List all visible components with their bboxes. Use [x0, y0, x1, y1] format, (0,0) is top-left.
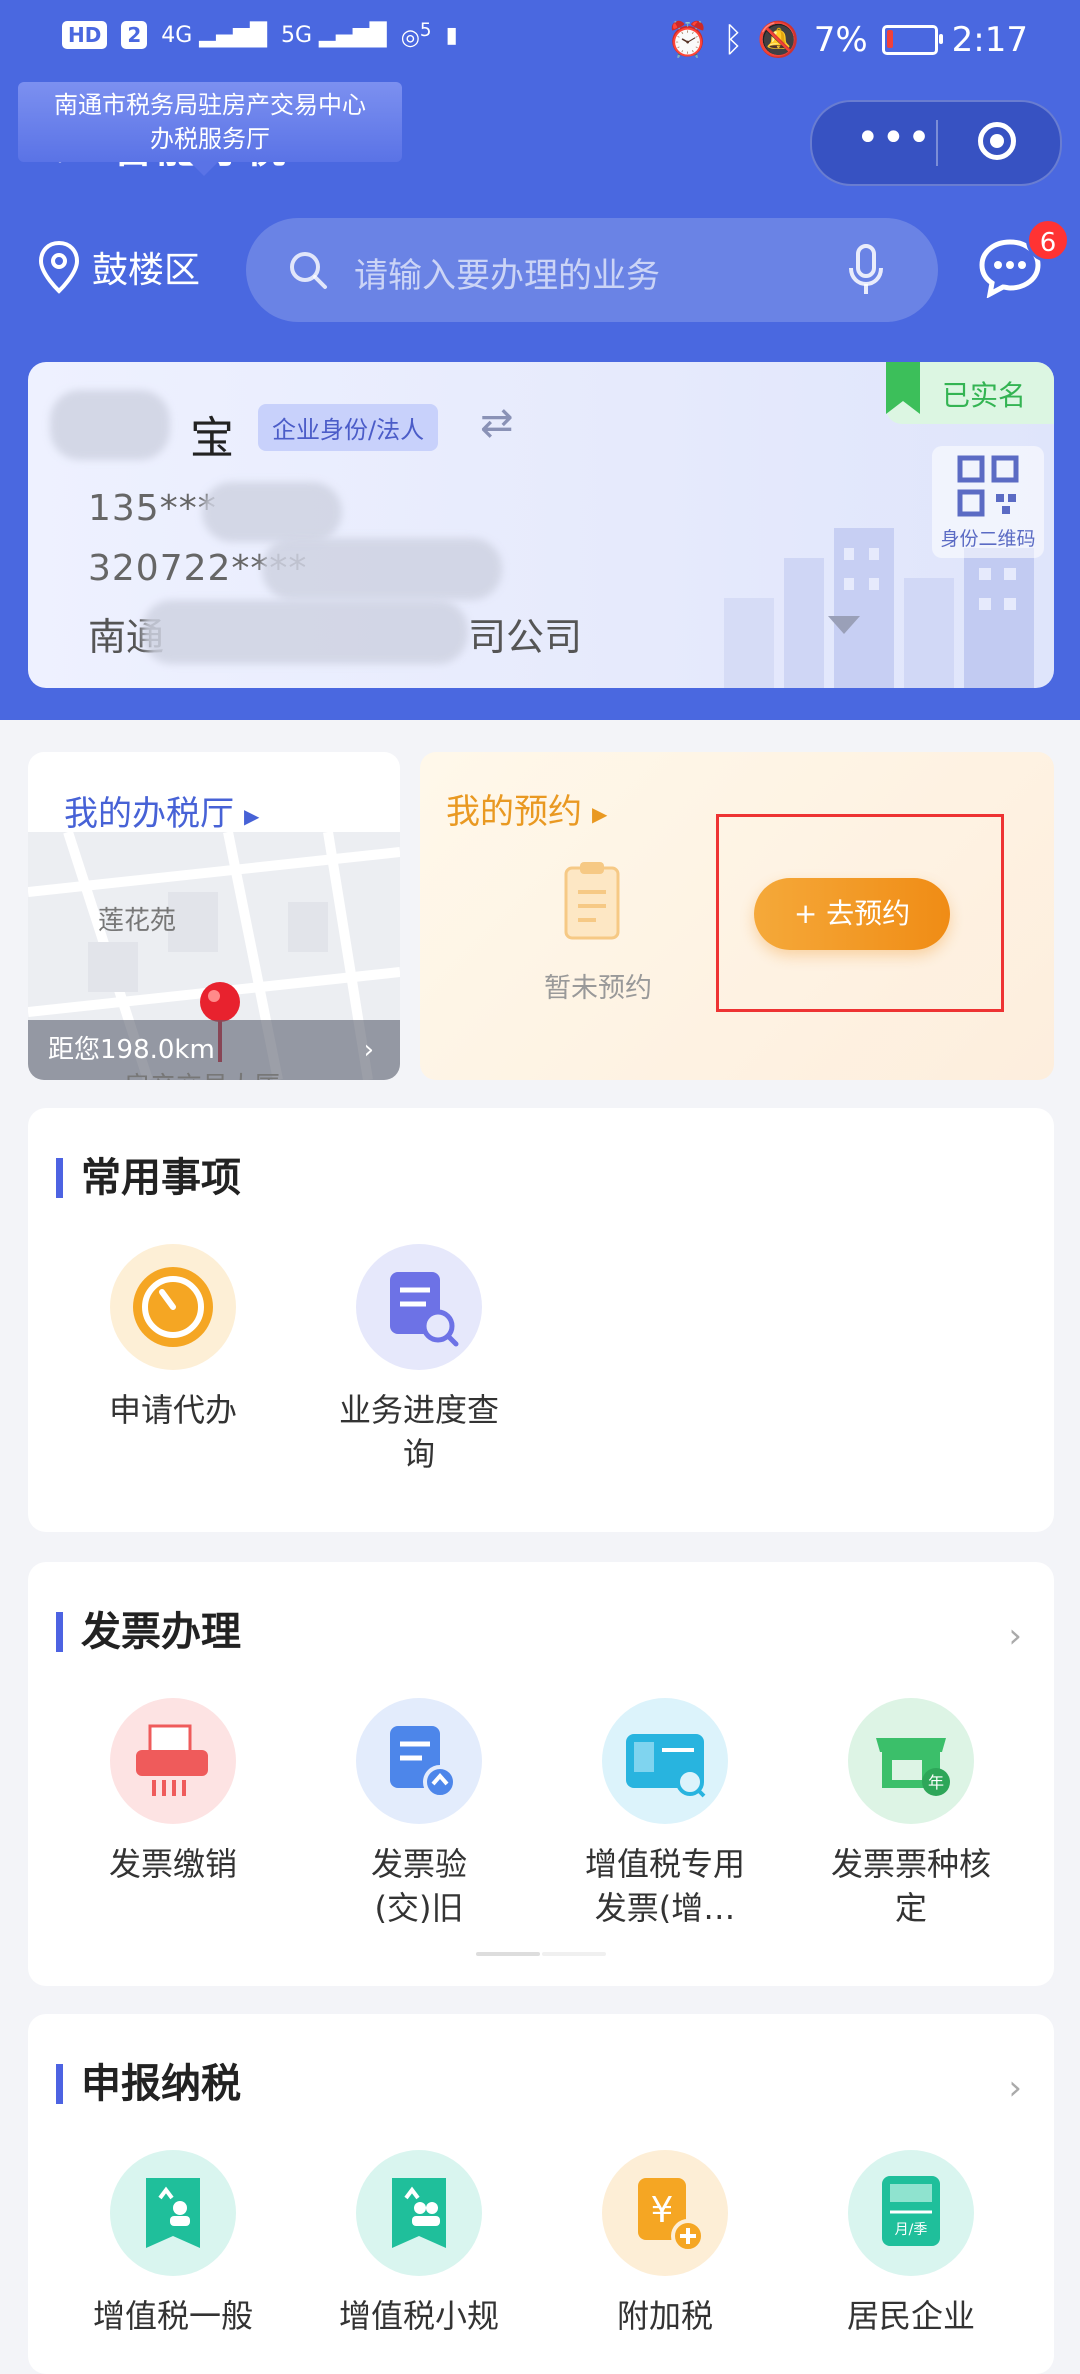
microphone-icon[interactable]	[846, 242, 886, 298]
invoice-section: 发票办理 › 发票缴销 发票验(交)旧 增值税专用发票(增… 年 发票票种核定	[28, 1562, 1054, 1986]
invoice-type-approval-label: 发票票种核定	[830, 1845, 991, 1927]
user-name: 宝	[190, 413, 234, 464]
vat-special-invoice-label: 增值税专用发票(增…	[584, 1845, 745, 1927]
stopwatch-icon	[110, 1244, 236, 1370]
apply-agent-item[interactable]: 申请代办	[78, 1244, 268, 1432]
hall-name-line2: 办税服务厅	[150, 125, 270, 153]
redacted-id	[262, 538, 502, 600]
search-icon	[290, 252, 327, 289]
battery-icon	[881, 25, 943, 55]
svg-text:¥: ¥	[651, 2190, 674, 2231]
redacted-phone	[202, 482, 342, 542]
location-selector[interactable]: 鼓楼区	[36, 240, 200, 294]
book-upload-person-icon	[110, 2150, 236, 2276]
clock: 2:17	[951, 20, 1028, 60]
declare-title: 申报纳税	[56, 2064, 241, 2104]
invoice-verify-item[interactable]: 发票验(交)旧	[324, 1698, 514, 1930]
verified-badge: 已实名	[886, 362, 1054, 424]
svg-text:年: 年	[928, 1773, 944, 1792]
ledger-monthly-icon: 月/季	[848, 2150, 974, 2276]
declare-more-icon[interactable]: ›	[1008, 2068, 1022, 2108]
progress-query-label: 业务进度查询	[338, 1391, 499, 1473]
status-bar: HD 2 4G ▂▄▆█ 5G ▂▄▆█ ◎5 ▮ ⏰ ᛒ 🔕 7% 2:17	[0, 0, 1080, 84]
identity-qr-button[interactable]: 身份二维码	[932, 446, 1044, 558]
resident-enterprise-item[interactable]: 月/季 居民企业	[816, 2150, 1006, 2338]
mute-icon: 🔕	[757, 20, 800, 60]
invoice-cancel-label: 发票缴销	[108, 1845, 237, 1883]
svg-text:月/季: 月/季	[895, 2222, 928, 2238]
invoice-verify-label: 发票验(交)旧	[370, 1845, 467, 1927]
hall-name-callout: 南通市税务局驻房产交易中心 办税服务厅	[18, 82, 402, 176]
redacted-name	[50, 390, 170, 460]
book-upload-group-icon	[356, 2150, 482, 2276]
clipboard-icon	[564, 862, 620, 940]
chevron-right-icon: ›	[363, 1035, 374, 1065]
phone-number: 135***	[88, 488, 217, 529]
progress-query-item[interactable]: 业务进度查询	[324, 1244, 514, 1476]
alarm-icon: ⏰	[666, 20, 709, 60]
signal-4g: 4G ▂▄▆█	[161, 22, 267, 48]
yuan-plus-icon: ¥	[602, 2150, 728, 2276]
vat-special-invoice-item[interactable]: 增值税专用发票(增…	[570, 1698, 760, 1930]
search-input[interactable]: 请输入要办理的业务	[246, 218, 938, 322]
invoice-type-approval-item[interactable]: 年 发票票种核定	[816, 1698, 1006, 1930]
my-tax-hall-card[interactable]: 我的办税厅▶ 莲花苑 距您198.0km › 房产交易大厦	[28, 752, 400, 1080]
invoice-title: 发票办理	[56, 1612, 241, 1652]
redacted-company	[142, 600, 468, 664]
document-search-icon	[356, 1244, 482, 1370]
highlight-box	[716, 814, 1004, 1012]
invoice-more-icon[interactable]: ›	[1008, 1616, 1022, 1656]
store-year-icon: 年	[848, 1698, 974, 1824]
common-items-section: 常用事项 申请代办 业务进度查询	[28, 1108, 1054, 1532]
verified-label: 已实名	[942, 379, 1027, 412]
hd-badge: HD	[62, 21, 108, 50]
vat-small-scale-item[interactable]: 增值税小规	[324, 2150, 514, 2338]
declare-tax-section: 申报纳税 › 增值税一般 增值税小规 ¥ 附加税 月/季 居民企业	[28, 2014, 1054, 2374]
map-label-lianhuayuan: 莲花苑	[98, 906, 177, 936]
location-pin-icon	[38, 240, 80, 294]
battery-percent: 7%	[813, 20, 868, 60]
company-dropdown-icon[interactable]	[828, 616, 860, 634]
no-appointment-text: 暂未预约	[544, 973, 652, 1004]
bookmark-icon	[886, 362, 920, 414]
appointment-title[interactable]: 我的预约 ▶	[446, 784, 607, 833]
alert-icon: ▮	[445, 22, 458, 48]
search-placeholder: 请输入要办理的业务	[354, 256, 660, 296]
mini-program-capsule: •••	[810, 100, 1062, 186]
vat-general-label: 增值税一般	[92, 2297, 253, 2335]
surcharge-tax-label: 附加税	[616, 2297, 713, 2335]
hall-name-line1: 南通市税务局驻房产交易中心	[54, 91, 366, 119]
signal-5g: 5G ▂▄▆█	[280, 22, 387, 48]
qr-code-icon	[957, 455, 1019, 517]
surcharge-tax-item[interactable]: ¥ 附加税	[570, 2150, 760, 2338]
invoice-cancel-item[interactable]: 发票缴销	[78, 1698, 268, 1886]
sim-badge: 2	[121, 21, 148, 50]
shredder-icon	[110, 1698, 236, 1824]
page-indicator	[476, 1952, 606, 1956]
target-ring-icon[interactable]	[978, 122, 1016, 160]
message-count-badge: 6	[1026, 218, 1070, 262]
apply-agent-label: 申请代办	[108, 1391, 237, 1429]
wifi-icon: ◎5	[400, 20, 432, 51]
common-items-title: 常用事项	[56, 1158, 241, 1198]
map-label-building: 房产交易大厦	[124, 1066, 280, 1080]
resident-enterprise-label: 居民企业	[846, 2297, 975, 2335]
company-suffix: 司公司	[468, 615, 583, 659]
switch-identity-icon[interactable]: ⇄	[480, 400, 514, 446]
vat-card-icon	[602, 1698, 728, 1824]
identity-card[interactable]: 宝 企业身份/法人 ⇄ 135*** 320722**** 南通 司公司 已实名…	[28, 362, 1054, 688]
more-dots-icon[interactable]: •••	[856, 118, 933, 158]
tax-hall-title[interactable]: 我的办税厅 ▶	[64, 786, 259, 835]
qr-label: 身份二维码	[940, 528, 1036, 550]
distance-label: 距您198.0km	[48, 1035, 215, 1065]
document-upload-icon	[356, 1698, 482, 1824]
identity-role-tag: 企业身份/法人	[258, 404, 439, 451]
bluetooth-icon: ᛒ	[722, 20, 744, 60]
vat-small-scale-label: 增值税小规	[338, 2297, 499, 2335]
location-label: 鼓楼区	[92, 250, 201, 291]
vat-general-item[interactable]: 增值税一般	[78, 2150, 268, 2338]
capsule-divider	[936, 120, 938, 166]
